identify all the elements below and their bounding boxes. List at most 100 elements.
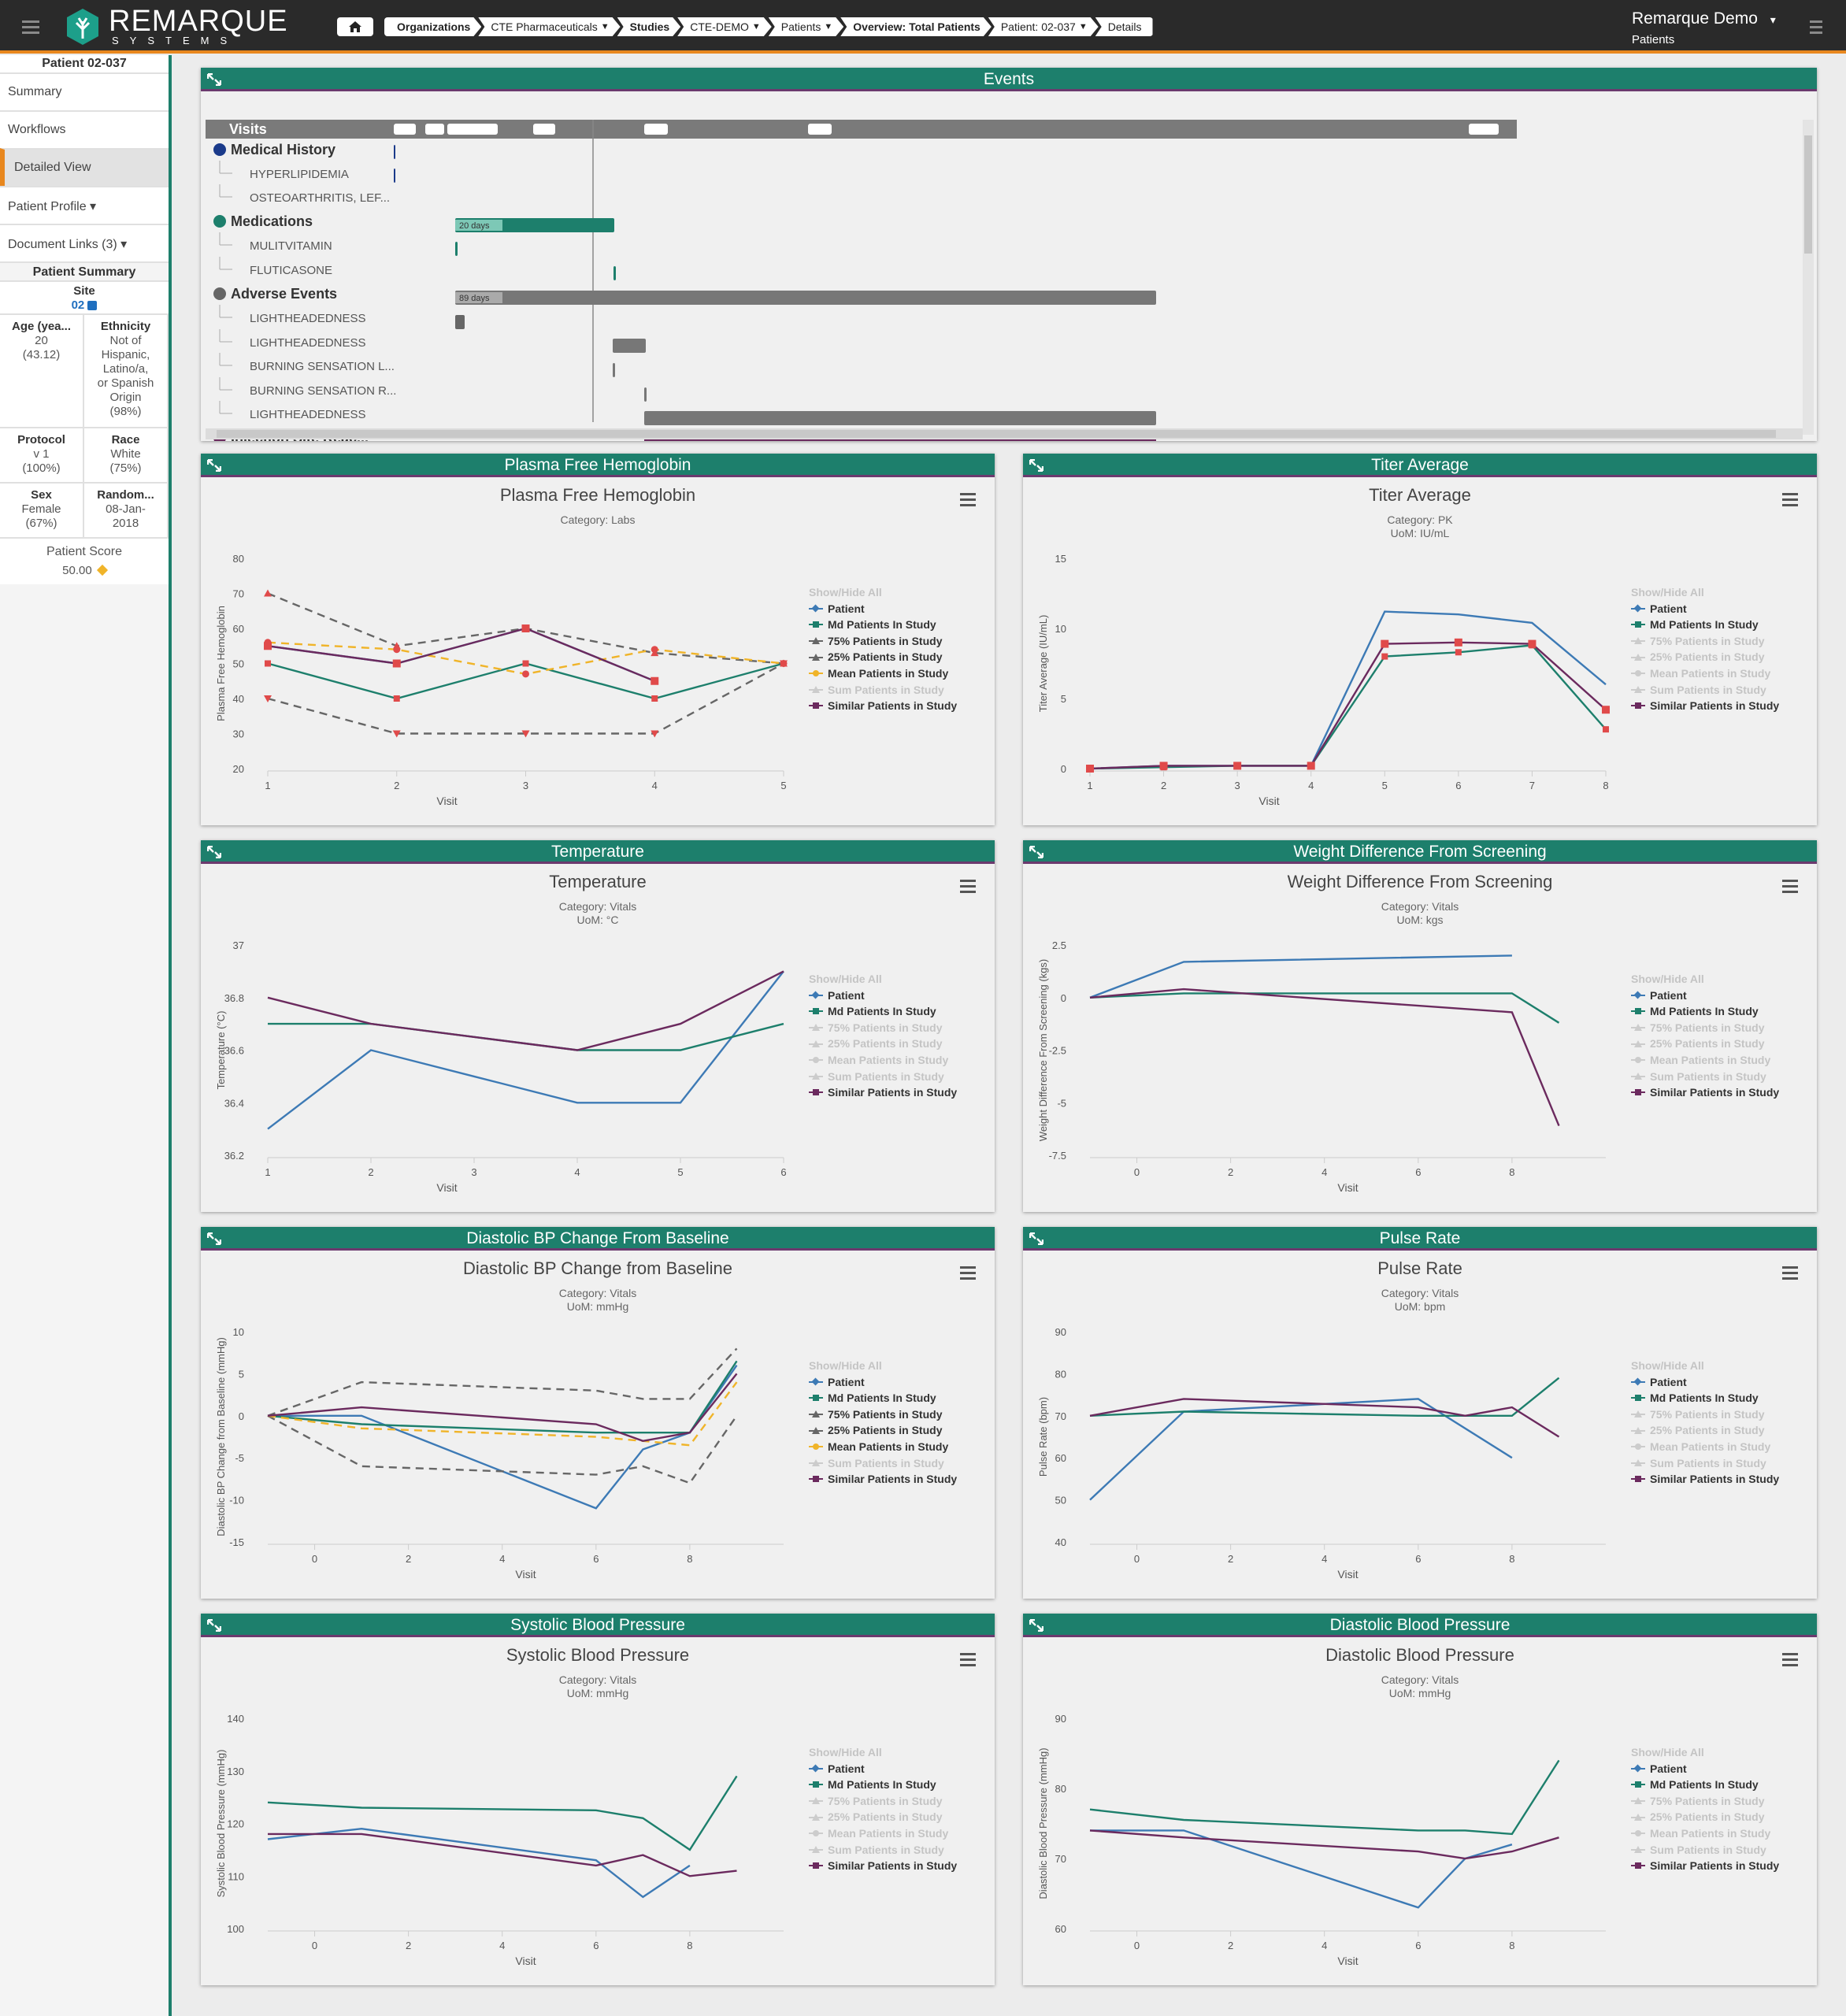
- event-category-label[interactable]: Adverse Events: [231, 286, 337, 302]
- event-item-label[interactable]: LIGHTHEADEDNESS: [250, 312, 366, 325]
- series-line-md[interactable]: [268, 1022, 784, 1051]
- chart-panel-dbp: Diastolic Blood Pressure Diastolic Blood …: [1023, 1614, 1817, 1985]
- summary-cell-value: White (75%): [109, 447, 142, 475]
- sidebar-nav-item[interactable]: Workflows: [0, 110, 169, 148]
- data-point[interactable]: [1603, 726, 1609, 733]
- event-item-label[interactable]: LIGHTHEADEDNESS: [250, 336, 366, 350]
- series-line-mean[interactable]: [267, 641, 784, 676]
- visit-marker[interactable]: [394, 124, 416, 135]
- event-category-label[interactable]: Medications: [231, 213, 313, 229]
- breadcrumb-item[interactable]: Studies: [617, 17, 681, 36]
- breadcrumb-item[interactable]: Patient: 02-037 ▼: [988, 17, 1099, 36]
- series-line-similar[interactable]: [1089, 1829, 1559, 1860]
- event-item-label[interactable]: BURNING SENSATION R...: [250, 384, 396, 398]
- series-line-similar[interactable]: [1089, 988, 1560, 1127]
- visit-marker[interactable]: [533, 124, 555, 135]
- series-line-similar[interactable]: [267, 970, 784, 1051]
- data-point[interactable]: [392, 659, 401, 668]
- event-bar[interactable]: [613, 339, 646, 353]
- series-line-similar[interactable]: [1089, 1398, 1560, 1438]
- expand-icon[interactable]: [207, 73, 221, 86]
- data-point[interactable]: [1159, 762, 1168, 770]
- series-line-patient[interactable]: [1090, 1829, 1513, 1909]
- data-point[interactable]: [651, 676, 659, 685]
- event-bar[interactable]: [613, 363, 615, 377]
- series-line-md[interactable]: [1089, 644, 1607, 770]
- sidebar-nav-item[interactable]: Document Links (3) ▾: [0, 224, 169, 261]
- event-bar[interactable]: [455, 291, 1156, 305]
- series-line-md[interactable]: [1089, 1377, 1560, 1418]
- event-bar[interactable]: [394, 169, 395, 183]
- data-point[interactable]: [651, 695, 658, 702]
- data-point[interactable]: [1086, 765, 1094, 773]
- event-item-label[interactable]: LIGHTHEADEDNESS: [250, 408, 366, 421]
- data-point[interactable]: [1454, 638, 1462, 647]
- vertical-scrollbar-thumb[interactable]: [1804, 135, 1812, 254]
- series-line-similar[interactable]: [1089, 641, 1607, 770]
- data-point[interactable]: [1528, 639, 1536, 648]
- event-item-label[interactable]: BURNING SENSATION L...: [250, 360, 395, 373]
- breadcrumb-item[interactable]: Patients ▼: [769, 17, 843, 36]
- external-link-icon[interactable]: [87, 301, 98, 311]
- data-point[interactable]: [393, 646, 401, 654]
- series-line-patient[interactable]: [267, 970, 784, 1130]
- event-item-label[interactable]: HYPERLIPIDEMIA: [250, 168, 349, 181]
- sidebar-nav-item[interactable]: Summary: [0, 72, 169, 110]
- left-menu-icon[interactable]: [22, 20, 39, 37]
- event-bar[interactable]: [644, 411, 1156, 425]
- visit-marker[interactable]: [644, 124, 668, 135]
- data-point[interactable]: [265, 660, 271, 667]
- breadcrumb-item[interactable]: Details: [1095, 17, 1153, 36]
- data-point[interactable]: [1233, 762, 1242, 770]
- data-point[interactable]: [651, 646, 658, 654]
- remarque-logo[interactable]: REMARQUE SYSTEMS: [63, 5, 288, 49]
- series-line-md[interactable]: [267, 1360, 738, 1434]
- series-line-md[interactable]: [267, 662, 784, 700]
- event-bar[interactable]: [613, 266, 616, 280]
- series-line-md[interactable]: [1089, 992, 1560, 1024]
- data-point[interactable]: [521, 624, 530, 632]
- data-point[interactable]: [780, 660, 788, 667]
- event-bar[interactable]: [455, 242, 458, 256]
- event-item-label[interactable]: OSTEOARTHRITIS, LEF...: [250, 191, 390, 205]
- series-line-patient[interactable]: [1089, 610, 1607, 770]
- data-point[interactable]: [1455, 649, 1462, 656]
- visit-marker[interactable]: [447, 124, 498, 135]
- sidebar-nav-item[interactable]: Detailed View: [0, 148, 169, 186]
- breadcrumb-item[interactable]: Organizations: [384, 17, 481, 36]
- series-line-md[interactable]: [267, 1775, 738, 1851]
- event-bar[interactable]: [644, 387, 647, 402]
- series-line-patient[interactable]: [267, 1827, 691, 1899]
- data-point[interactable]: [264, 642, 272, 650]
- data-point[interactable]: [1381, 639, 1389, 648]
- series-line-md[interactable]: [1089, 1759, 1560, 1836]
- data-point[interactable]: [522, 670, 529, 678]
- visit-marker[interactable]: [425, 124, 444, 135]
- right-menu-icon[interactable]: [1810, 20, 1822, 37]
- breadcrumb-item[interactable]: CTE-DEMO ▼: [677, 17, 772, 36]
- event-item-label[interactable]: FLUTICASONE: [250, 264, 332, 277]
- visit-marker[interactable]: [808, 124, 832, 135]
- site-link[interactable]: 02: [72, 298, 85, 312]
- series-line-similar[interactable]: [268, 1833, 737, 1877]
- series-line-p75[interactable]: [267, 1347, 738, 1417]
- data-point[interactable]: [522, 660, 529, 667]
- data-point[interactable]: [393, 695, 400, 702]
- data-point[interactable]: [1307, 762, 1315, 770]
- event-item-label[interactable]: MULITVITAMIN: [250, 239, 332, 253]
- data-point[interactable]: [1381, 653, 1388, 660]
- user-menu[interactable]: Remarque Demo ▾ Patients: [1632, 9, 1776, 46]
- event-category-label[interactable]: Medical History: [231, 142, 335, 158]
- data-point[interactable]: [1602, 706, 1610, 714]
- home-button[interactable]: [337, 17, 373, 36]
- breadcrumb-item[interactable]: CTE Pharmaceuticals ▼: [478, 17, 620, 36]
- series-line-similar[interactable]: [267, 1373, 738, 1443]
- visit-marker[interactable]: [1469, 124, 1499, 135]
- series-line-mean[interactable]: [267, 1381, 738, 1447]
- sidebar-nav-item[interactable]: Patient Profile ▾: [0, 186, 169, 224]
- horizontal-scrollbar-thumb[interactable]: [217, 430, 1776, 438]
- event-bar[interactable]: [394, 145, 395, 159]
- event-bar[interactable]: [455, 315, 465, 329]
- data-point[interactable]: [264, 589, 272, 597]
- breadcrumb-item[interactable]: Overview: Total Patients: [840, 17, 992, 36]
